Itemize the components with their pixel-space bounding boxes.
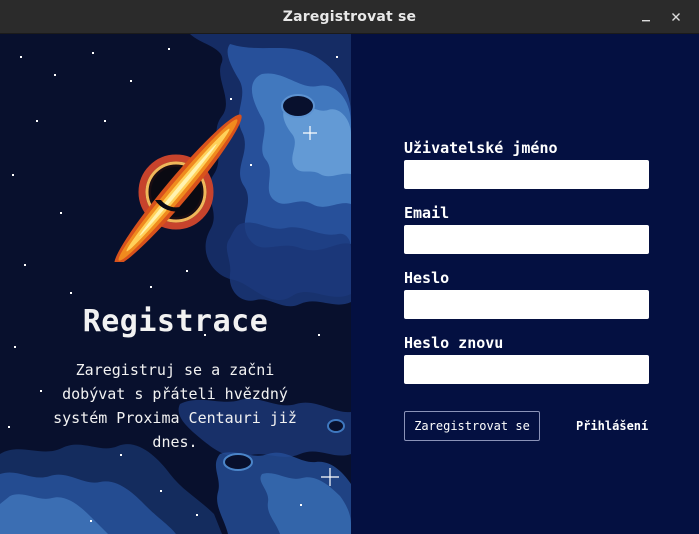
window-title: Zaregistrovat se: [282, 9, 417, 25]
close-button[interactable]: [667, 8, 685, 26]
minimize-button[interactable]: [637, 8, 655, 26]
login-link[interactable]: Přihlášení: [576, 417, 648, 435]
hero-panel: Registrace Zaregistruj se a začni dobýva…: [0, 34, 351, 534]
email-field[interactable]: [404, 225, 649, 254]
close-icon: [672, 13, 680, 21]
username-label: Uživatelské jméno: [404, 139, 558, 157]
password-again-label: Heslo znovu: [404, 334, 504, 352]
password-again-field[interactable]: [404, 355, 649, 384]
black-hole-icon: [114, 114, 242, 262]
page-heading: Registrace: [82, 304, 269, 339]
password-label: Heslo: [404, 269, 450, 287]
minimize-icon: [642, 20, 650, 22]
email-label: Email: [404, 204, 450, 222]
title-bar: Zaregistrovat se: [0, 0, 699, 34]
register-button[interactable]: Zaregistrovat se: [404, 411, 540, 441]
registration-form: Uživatelské jméno Email Heslo Heslo znov…: [351, 34, 699, 534]
hero-subtitle: Zaregistruj se a začni dobývat s přáteli…: [53, 361, 297, 451]
username-field[interactable]: [404, 160, 649, 189]
password-field[interactable]: [404, 290, 649, 319]
app-window: Zaregistrovat se Registrace Zaregistruj …: [0, 0, 699, 534]
